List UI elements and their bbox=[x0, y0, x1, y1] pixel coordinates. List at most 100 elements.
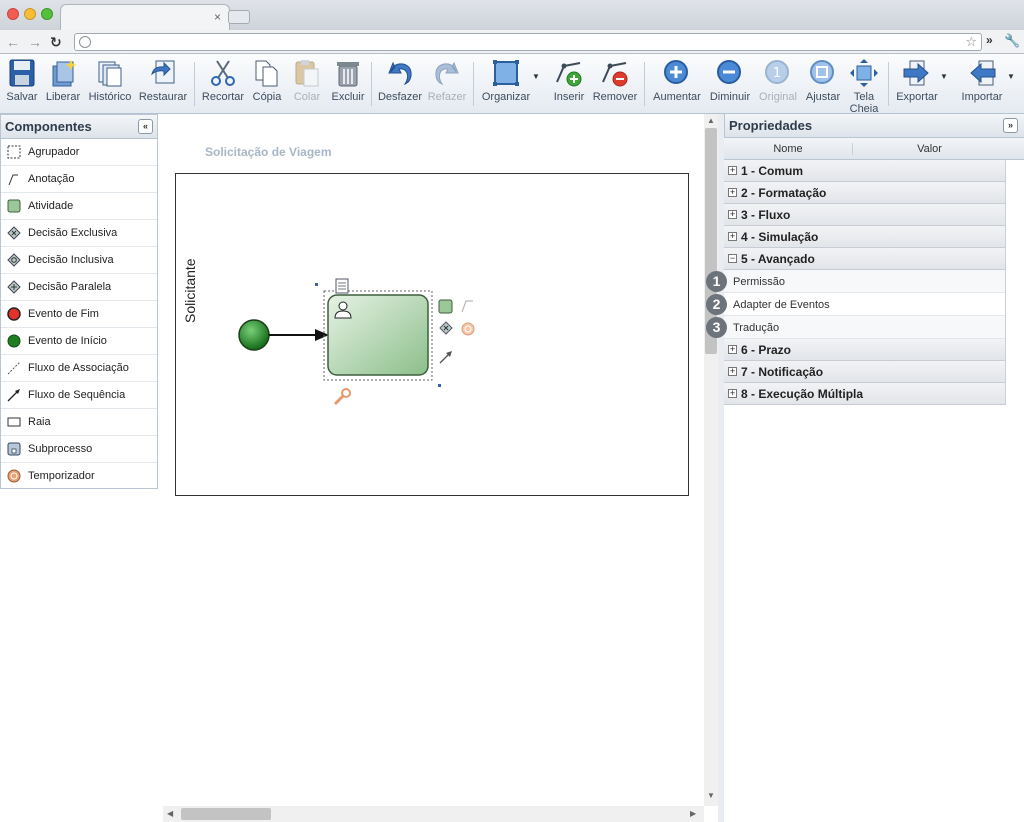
component-item-subprocesso[interactable]: Subprocesso bbox=[1, 436, 157, 463]
quick-add-timer-icon[interactable] bbox=[461, 322, 475, 336]
restore-button[interactable]: Restaurar bbox=[138, 58, 188, 112]
component-item-temporizador[interactable]: Temporizador bbox=[1, 463, 157, 490]
insert-waypoint-button[interactable]: Inserir bbox=[551, 58, 587, 112]
expand-icon[interactable]: + bbox=[728, 166, 737, 175]
component-item-agrupador[interactable]: Agrupador bbox=[1, 139, 157, 166]
collapse-icon[interactable]: − bbox=[728, 254, 737, 263]
back-icon[interactable]: ← bbox=[6, 34, 20, 50]
redo-button[interactable]: Refazer bbox=[427, 58, 467, 112]
property-group-execucao-multipla[interactable]: + 8 - Execução Múltipla bbox=[724, 383, 1005, 405]
minimize-window-button[interactable] bbox=[24, 8, 36, 20]
quick-add-activity-icon[interactable] bbox=[438, 299, 453, 314]
main-toolbar: Salvar Liberar Histórico Restaurar Recor… bbox=[0, 54, 1024, 114]
zoom-window-button[interactable] bbox=[41, 8, 53, 20]
save-button[interactable]: Salvar bbox=[5, 58, 39, 112]
undo-button[interactable]: Desfazer bbox=[377, 58, 423, 112]
arrange-button[interactable]: Organizar bbox=[479, 58, 533, 112]
property-group-formatacao[interactable]: + 2 - Formatação bbox=[724, 182, 1005, 204]
property-group-notificacao[interactable]: + 7 - Notificação bbox=[724, 361, 1005, 383]
component-item-decisao-exclusiva[interactable]: Decisão Exclusiva bbox=[1, 220, 157, 247]
sequence-flow-icon bbox=[7, 389, 20, 402]
browser-tab[interactable]: × bbox=[60, 4, 230, 30]
component-item-evento-de-inicio[interactable]: Evento de Início bbox=[1, 328, 157, 355]
component-item-fluxo-de-sequencia[interactable]: Fluxo de Sequência bbox=[1, 382, 157, 409]
paste-button[interactable]: Colar bbox=[289, 58, 325, 112]
import-button[interactable]: Importar bbox=[958, 58, 1006, 112]
release-button[interactable]: Liberar bbox=[44, 58, 82, 112]
address-input[interactable]: ☆ bbox=[74, 33, 982, 51]
component-item-raia[interactable]: Raia bbox=[1, 409, 157, 436]
property-row-permissao[interactable]: 1 Permissão bbox=[706, 270, 1005, 293]
history-button[interactable]: Histórico bbox=[87, 58, 133, 112]
scroll-up-icon[interactable]: ▲ bbox=[707, 116, 715, 125]
group-label: 8 - Execução Múltipla bbox=[741, 387, 864, 401]
task-properties-icon[interactable] bbox=[335, 278, 349, 294]
fullscreen-button[interactable]: Tela Cheia bbox=[846, 58, 882, 112]
zoom-original-button[interactable]: 1 Original bbox=[756, 58, 800, 112]
component-item-anotacao[interactable]: Anotação bbox=[1, 166, 157, 193]
property-group-prazo[interactable]: + 6 - Prazo bbox=[724, 339, 1005, 361]
bookmarks-overflow-icon[interactable]: » bbox=[986, 33, 993, 47]
zoom-fit-button[interactable]: Ajustar bbox=[804, 58, 842, 112]
property-label: Adapter de Eventos bbox=[733, 299, 830, 311]
start-event[interactable] bbox=[238, 319, 270, 351]
copy-button[interactable]: Cópia bbox=[250, 58, 284, 112]
horizontal-scroll-thumb[interactable] bbox=[181, 808, 271, 820]
column-name-header[interactable]: Nome bbox=[724, 143, 852, 155]
component-item-decisao-inclusiva[interactable]: Decisão Inclusiva bbox=[1, 247, 157, 274]
canvas-horizontal-scrollbar[interactable]: ◀ ▶ bbox=[163, 806, 704, 822]
property-row-traducao[interactable]: 3 Tradução bbox=[706, 316, 1005, 339]
collapse-properties-button[interactable]: » bbox=[1003, 118, 1018, 133]
delete-button[interactable]: Excluir bbox=[330, 58, 366, 112]
property-row-adapter-de-eventos[interactable]: 2 Adapter de Eventos bbox=[706, 293, 1005, 316]
arrange-dropdown-icon[interactable]: ▼ bbox=[532, 72, 540, 81]
zoom-in-button[interactable]: Aumentar bbox=[650, 58, 704, 112]
reload-icon[interactable]: ↻ bbox=[50, 34, 62, 50]
property-group-fluxo[interactable]: + 3 - Fluxo bbox=[724, 204, 1005, 226]
quick-add-annotation-icon[interactable] bbox=[461, 300, 473, 313]
wrench-icon[interactable] bbox=[333, 388, 351, 406]
scroll-left-icon[interactable]: ◀ bbox=[167, 809, 173, 818]
component-item-atividade[interactable]: Atividade bbox=[1, 193, 157, 220]
export-button[interactable]: Exportar bbox=[894, 58, 940, 112]
expand-icon[interactable]: + bbox=[728, 367, 737, 376]
expand-icon[interactable]: + bbox=[728, 232, 737, 241]
remove-waypoint-button[interactable]: Remover bbox=[592, 58, 638, 112]
wrench-menu-icon[interactable]: 🔧 bbox=[1004, 33, 1020, 49]
quick-add-gateway-icon[interactable] bbox=[439, 321, 453, 335]
start-event-icon bbox=[7, 334, 21, 348]
expand-icon[interactable]: + bbox=[728, 210, 737, 219]
undo-icon bbox=[388, 61, 412, 86]
property-group-comum[interactable]: + 1 - Comum bbox=[724, 160, 1005, 182]
expand-icon[interactable]: + bbox=[728, 188, 737, 197]
export-dropdown-icon[interactable]: ▼ bbox=[940, 72, 948, 81]
scroll-down-icon[interactable]: ▼ bbox=[707, 791, 715, 800]
import-dropdown-icon[interactable]: ▼ bbox=[1007, 72, 1015, 81]
component-item-evento-de-fim[interactable]: Evento de Fim bbox=[1, 301, 157, 328]
lane-icon bbox=[7, 417, 21, 427]
expand-icon[interactable]: + bbox=[728, 389, 737, 398]
cut-icon bbox=[211, 60, 235, 86]
bookmark-star-icon[interactable]: ☆ bbox=[965, 34, 977, 50]
component-item-fluxo-de-associacao[interactable]: Fluxo de Associação bbox=[1, 355, 157, 382]
zoom-out-button[interactable]: Diminuir bbox=[707, 58, 753, 112]
scroll-right-icon[interactable]: ▶ bbox=[690, 809, 696, 818]
component-label: Atividade bbox=[28, 200, 74, 212]
canvas-vertical-scrollbar[interactable]: ▲ ▼ bbox=[704, 114, 718, 806]
delete-icon bbox=[337, 62, 359, 87]
sequence-flow-connector[interactable] bbox=[269, 329, 329, 341]
component-item-decisao-paralela[interactable]: Decisão Paralela bbox=[1, 274, 157, 301]
collapse-components-button[interactable]: « bbox=[138, 119, 153, 134]
forward-icon[interactable]: → bbox=[28, 34, 42, 50]
tab-close-icon[interactable]: × bbox=[214, 10, 221, 24]
diagram-shapes bbox=[238, 278, 475, 406]
diagram-canvas[interactable]: Solicitação de Viagem Solicitante bbox=[163, 114, 704, 806]
close-window-button[interactable] bbox=[7, 8, 19, 20]
property-group-avancado[interactable]: − 5 - Avançado bbox=[724, 248, 1005, 270]
expand-icon[interactable]: + bbox=[728, 345, 737, 354]
new-tab-button[interactable] bbox=[228, 10, 250, 24]
cut-button[interactable]: Recortar bbox=[200, 58, 246, 112]
quick-add-flow-icon[interactable] bbox=[439, 351, 452, 364]
property-group-simulacao[interactable]: + 4 - Simulação bbox=[724, 226, 1005, 248]
column-value-header[interactable]: Valor bbox=[852, 143, 1006, 155]
